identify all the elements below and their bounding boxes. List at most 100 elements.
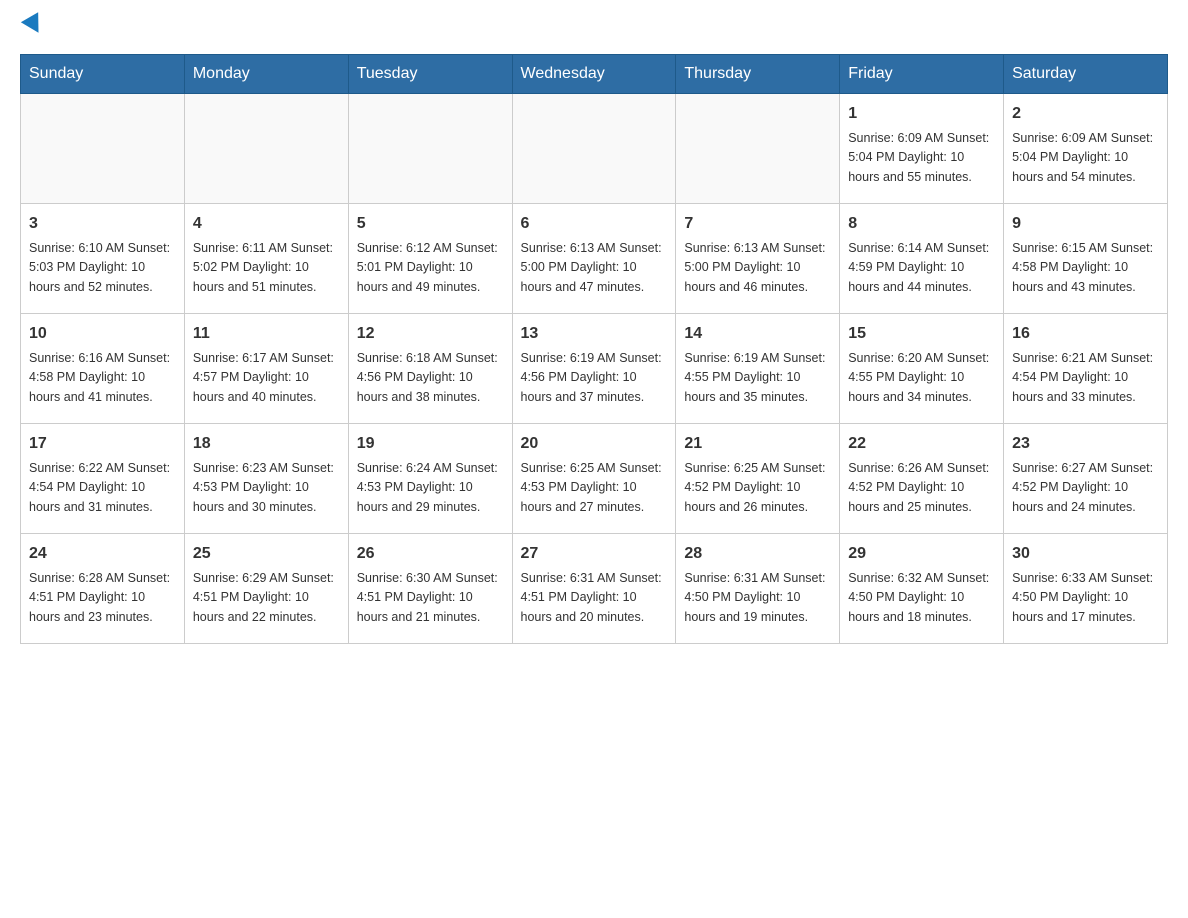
- day-info: Sunrise: 6:16 AM Sunset: 4:58 PM Dayligh…: [29, 349, 176, 407]
- calendar-cell: 12 Sunrise: 6:18 AM Sunset: 4:56 PM Dayli…: [348, 314, 512, 424]
- calendar-cell: 16 Sunrise: 6:21 AM Sunset: 4:54 PM Dayli…: [1004, 314, 1168, 424]
- day-number: 21: [684, 432, 831, 456]
- day-number: 28: [684, 542, 831, 566]
- calendar-cell: 2 Sunrise: 6:09 AM Sunset: 5:04 PM Daylig…: [1004, 94, 1168, 204]
- day-number: 26: [357, 542, 504, 566]
- calendar-cell: 29Sunrise: 6:32 AM Sunset: 4:50 PM Dayli…: [840, 534, 1004, 644]
- calendar-week-row: 10 Sunrise: 6:16 AM Sunset: 4:58 PM Dayli…: [21, 314, 1168, 424]
- day-info: Sunrise: 6:31 AM Sunset: 4:51 PM Dayligh…: [521, 569, 668, 627]
- day-info: Sunrise: 6:13 AM Sunset: 5:00 PM Dayligh…: [684, 239, 831, 297]
- day-info: Sunrise: 6:17 AM Sunset: 4:57 PM Dayligh…: [193, 349, 340, 407]
- day-info: Sunrise: 6:18 AM Sunset: 4:56 PM Dayligh…: [357, 349, 504, 407]
- calendar-week-row: 3 Sunrise: 6:10 AM Sunset: 5:03 PM Daylig…: [21, 204, 1168, 314]
- calendar-week-row: 1 Sunrise: 6:09 AM Sunset: 5:04 PM Daylig…: [21, 94, 1168, 204]
- day-info: Sunrise: 6:28 AM Sunset: 4:51 PM Dayligh…: [29, 569, 176, 627]
- day-info: Sunrise: 6:15 AM Sunset: 4:58 PM Dayligh…: [1012, 239, 1159, 297]
- day-info: Sunrise: 6:25 AM Sunset: 4:53 PM Dayligh…: [521, 459, 668, 517]
- day-number: 24: [29, 542, 176, 566]
- day-info: Sunrise: 6:19 AM Sunset: 4:56 PM Dayligh…: [521, 349, 668, 407]
- calendar-cell: 1 Sunrise: 6:09 AM Sunset: 5:04 PM Daylig…: [840, 94, 1004, 204]
- day-info: Sunrise: 6:20 AM Sunset: 4:55 PM Dayligh…: [848, 349, 995, 407]
- day-info: Sunrise: 6:21 AM Sunset: 4:54 PM Dayligh…: [1012, 349, 1159, 407]
- calendar-cell: 6Sunrise: 6:13 AM Sunset: 5:00 PM Daylig…: [512, 204, 676, 314]
- day-info: Sunrise: 6:29 AM Sunset: 4:51 PM Dayligh…: [193, 569, 340, 627]
- day-number: 9: [1012, 212, 1159, 236]
- calendar-cell: [184, 94, 348, 204]
- day-info: Sunrise: 6:24 AM Sunset: 4:53 PM Dayligh…: [357, 459, 504, 517]
- day-info: Sunrise: 6:26 AM Sunset: 4:52 PM Dayligh…: [848, 459, 995, 517]
- column-header-sunday: Sunday: [21, 55, 185, 94]
- calendar-header-row: SundayMondayTuesdayWednesdayThursdayFrid…: [21, 55, 1168, 94]
- logo-blue-text: [20, 20, 44, 34]
- day-number: 5: [357, 212, 504, 236]
- calendar-cell: 17Sunrise: 6:22 AM Sunset: 4:54 PM Dayli…: [21, 424, 185, 534]
- day-info: Sunrise: 6:10 AM Sunset: 5:03 PM Dayligh…: [29, 239, 176, 297]
- calendar-cell: 27 Sunrise: 6:31 AM Sunset: 4:51 PM Dayli…: [512, 534, 676, 644]
- day-info: Sunrise: 6:27 AM Sunset: 4:52 PM Dayligh…: [1012, 459, 1159, 517]
- day-info: Sunrise: 6:31 AM Sunset: 4:50 PM Dayligh…: [684, 569, 831, 627]
- calendar-table: SundayMondayTuesdayWednesdayThursdayFrid…: [20, 54, 1168, 644]
- day-number: 20: [521, 432, 668, 456]
- day-number: 14: [684, 322, 831, 346]
- day-info: Sunrise: 6:19 AM Sunset: 4:55 PM Dayligh…: [684, 349, 831, 407]
- column-header-saturday: Saturday: [1004, 55, 1168, 94]
- column-header-monday: Monday: [184, 55, 348, 94]
- column-header-tuesday: Tuesday: [348, 55, 512, 94]
- calendar-cell: 28 Sunrise: 6:31 AM Sunset: 4:50 PM Dayli…: [676, 534, 840, 644]
- calendar-cell: 21 Sunrise: 6:25 AM Sunset: 4:52 PM Dayli…: [676, 424, 840, 534]
- day-info: Sunrise: 6:14 AM Sunset: 4:59 PM Dayligh…: [848, 239, 995, 297]
- day-info: Sunrise: 6:30 AM Sunset: 4:51 PM Dayligh…: [357, 569, 504, 627]
- calendar-cell: 8 Sunrise: 6:14 AM Sunset: 4:59 PM Daylig…: [840, 204, 1004, 314]
- day-number: 3: [29, 212, 176, 236]
- day-number: 8: [848, 212, 995, 236]
- day-info: Sunrise: 6:09 AM Sunset: 5:04 PM Dayligh…: [848, 129, 995, 187]
- calendar-cell: 4Sunrise: 6:11 AM Sunset: 5:02 PM Daylig…: [184, 204, 348, 314]
- calendar-cell: 13 Sunrise: 6:19 AM Sunset: 4:56 PM Dayli…: [512, 314, 676, 424]
- day-number: 4: [193, 212, 340, 236]
- calendar-cell: 19 Sunrise: 6:24 AM Sunset: 4:53 PM Dayli…: [348, 424, 512, 534]
- calendar-cell: 23Sunrise: 6:27 AM Sunset: 4:52 PM Dayli…: [1004, 424, 1168, 534]
- calendar-week-row: 17Sunrise: 6:22 AM Sunset: 4:54 PM Dayli…: [21, 424, 1168, 534]
- day-number: 16: [1012, 322, 1159, 346]
- day-number: 10: [29, 322, 176, 346]
- day-number: 7: [684, 212, 831, 236]
- day-info: Sunrise: 6:25 AM Sunset: 4:52 PM Dayligh…: [684, 459, 831, 517]
- calendar-cell: 3 Sunrise: 6:10 AM Sunset: 5:03 PM Daylig…: [21, 204, 185, 314]
- day-number: 25: [193, 542, 340, 566]
- calendar-cell: 20 Sunrise: 6:25 AM Sunset: 4:53 PM Dayli…: [512, 424, 676, 534]
- day-number: 12: [357, 322, 504, 346]
- calendar-cell: 11 Sunrise: 6:17 AM Sunset: 4:57 PM Dayli…: [184, 314, 348, 424]
- day-number: 19: [357, 432, 504, 456]
- day-number: 13: [521, 322, 668, 346]
- day-info: Sunrise: 6:33 AM Sunset: 4:50 PM Dayligh…: [1012, 569, 1159, 627]
- day-number: 27: [521, 542, 668, 566]
- day-number: 29: [848, 542, 995, 566]
- calendar-cell: 7 Sunrise: 6:13 AM Sunset: 5:00 PM Daylig…: [676, 204, 840, 314]
- calendar-cell: 15 Sunrise: 6:20 AM Sunset: 4:55 PM Dayli…: [840, 314, 1004, 424]
- calendar-cell: [348, 94, 512, 204]
- day-info: Sunrise: 6:09 AM Sunset: 5:04 PM Dayligh…: [1012, 129, 1159, 187]
- calendar-cell: [512, 94, 676, 204]
- column-header-thursday: Thursday: [676, 55, 840, 94]
- day-number: 15: [848, 322, 995, 346]
- calendar-cell: 14 Sunrise: 6:19 AM Sunset: 4:55 PM Dayli…: [676, 314, 840, 424]
- day-number: 2: [1012, 102, 1159, 126]
- calendar-cell: [21, 94, 185, 204]
- day-number: 11: [193, 322, 340, 346]
- column-header-wednesday: Wednesday: [512, 55, 676, 94]
- day-number: 18: [193, 432, 340, 456]
- calendar-cell: 18 Sunrise: 6:23 AM Sunset: 4:53 PM Dayli…: [184, 424, 348, 534]
- calendar-cell: 10 Sunrise: 6:16 AM Sunset: 4:58 PM Dayli…: [21, 314, 185, 424]
- calendar-cell: 22 Sunrise: 6:26 AM Sunset: 4:52 PM Dayli…: [840, 424, 1004, 534]
- day-number: 1: [848, 102, 995, 126]
- logo: [20, 20, 44, 34]
- calendar-cell: 9 Sunrise: 6:15 AM Sunset: 4:58 PM Daylig…: [1004, 204, 1168, 314]
- calendar-cell: 30Sunrise: 6:33 AM Sunset: 4:50 PM Dayli…: [1004, 534, 1168, 644]
- day-number: 17: [29, 432, 176, 456]
- day-number: 22: [848, 432, 995, 456]
- calendar-cell: 26 Sunrise: 6:30 AM Sunset: 4:51 PM Dayli…: [348, 534, 512, 644]
- column-header-friday: Friday: [840, 55, 1004, 94]
- day-info: Sunrise: 6:23 AM Sunset: 4:53 PM Dayligh…: [193, 459, 340, 517]
- calendar-cell: 5Sunrise: 6:12 AM Sunset: 5:01 PM Daylig…: [348, 204, 512, 314]
- logo-triangle-icon: [21, 12, 47, 38]
